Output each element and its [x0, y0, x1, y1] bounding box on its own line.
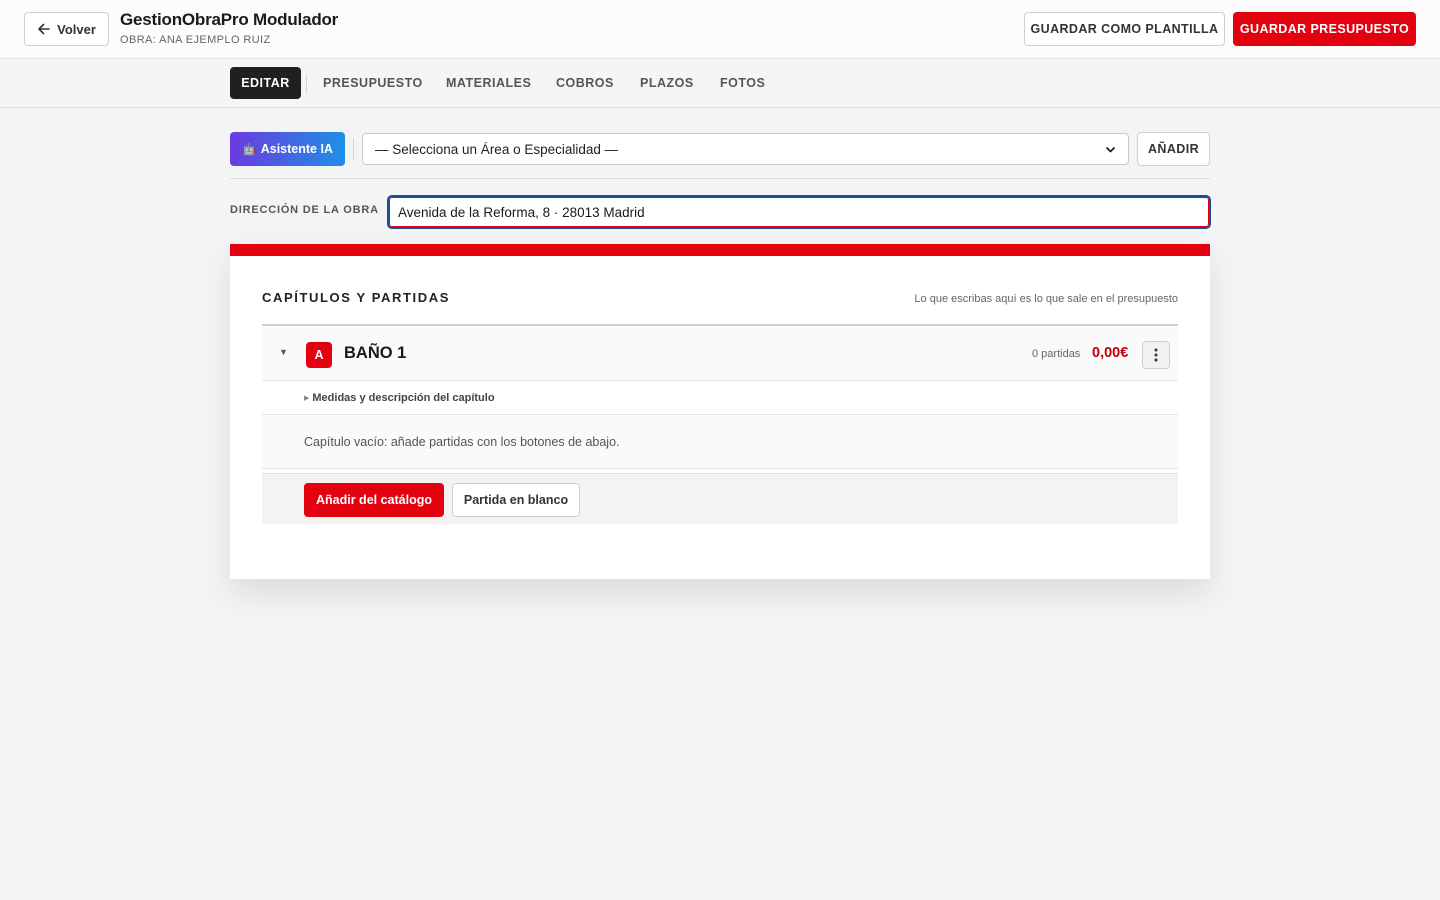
- toolbar-divider: [353, 138, 354, 160]
- tab-bar: EDITAR PRESUPUESTO MATERIALES COBROS PLA…: [0, 59, 1440, 108]
- measures-description-label: Medidas y descripción del capítulo: [312, 392, 495, 404]
- app-title: GestionObraPro Modulador: [120, 10, 339, 29]
- ai-assistant-button[interactable]: 🤖 Asistente IA: [230, 132, 345, 166]
- add-area-button[interactable]: AÑADIR: [1137, 132, 1210, 166]
- empty-chapter-row: Capítulo vacío: añade partidas con los b…: [262, 415, 1178, 469]
- area-select-value: — Selecciona un Área o Especialidad —: [375, 141, 619, 157]
- address-label: DIRECCIÓN DE LA OBRA: [230, 204, 379, 216]
- tab-plazos[interactable]: PLAZOS: [640, 67, 694, 99]
- chapter-total: 0,00€: [1092, 345, 1129, 361]
- chapter-actions-row: Añadir del catálogo Partida en blanco: [262, 473, 1178, 524]
- add-from-catalog-button[interactable]: Añadir del catálogo: [304, 483, 444, 517]
- ai-assistant-label: Asistente IA: [260, 142, 333, 156]
- more-vertical-icon: [1154, 348, 1158, 362]
- chapter-item-count: 0 partidas: [1032, 348, 1081, 360]
- tab-fotos[interactable]: FOTOS: [720, 67, 765, 99]
- back-button[interactable]: Volver: [24, 12, 109, 46]
- measures-description-toggle[interactable]: ▶ Medidas y descripción del capítulo: [304, 392, 495, 404]
- arrow-left-icon: [38, 23, 50, 35]
- divider: [230, 178, 1210, 179]
- section-hint: Lo que escribas aquí es lo que sale en e…: [914, 293, 1178, 305]
- chevron-down-icon: [1106, 146, 1115, 152]
- save-budget-button[interactable]: GUARDAR PRESUPUESTO: [1233, 12, 1416, 46]
- section-title: CAPÍTULOS Y PARTIDAS: [262, 290, 451, 305]
- robot-icon: 🤖: [242, 143, 256, 156]
- project-subtitle: OBRA: ANA EJEMPLO RUIZ: [120, 34, 271, 46]
- address-input[interactable]: Avenida de la Reforma, 8 · 28013 Madrid: [387, 195, 1211, 229]
- chapter-letter-badge: A: [306, 342, 332, 368]
- collapse-toggle-icon[interactable]: ▼: [279, 347, 288, 357]
- tab-editar[interactable]: EDITAR: [230, 67, 301, 99]
- top-bar: Volver GestionObraPro Modulador OBRA: AN…: [0, 0, 1440, 59]
- address-value: Avenida de la Reforma, 8 · 28013 Madrid: [398, 204, 645, 220]
- blank-item-button[interactable]: Partida en blanco: [452, 483, 580, 517]
- back-button-label: Volver: [57, 21, 96, 37]
- chapters-card: CAPÍTULOS Y PARTIDAS Lo que escribas aqu…: [230, 244, 1210, 579]
- caret-right-icon: ▶: [304, 395, 310, 402]
- tab-cobros[interactable]: COBROS: [556, 67, 614, 99]
- chapter-name[interactable]: BAÑO 1: [344, 344, 406, 363]
- chapter-menu-button[interactable]: [1142, 341, 1170, 369]
- empty-chapter-message: Capítulo vacío: añade partidas con los b…: [304, 435, 620, 449]
- save-as-template-button[interactable]: GUARDAR COMO PLANTILLA: [1024, 12, 1225, 46]
- tab-divider: [306, 75, 307, 93]
- tab-materiales[interactable]: MATERIALES: [446, 67, 531, 99]
- area-specialty-select[interactable]: — Selecciona un Área o Especialidad —: [362, 133, 1129, 165]
- tab-presupuesto[interactable]: PRESUPUESTO: [323, 67, 423, 99]
- chapter-row: ▼ A BAÑO 1 0 partidas 0,00€: [262, 326, 1178, 381]
- chapter-details-row: ▶ Medidas y descripción del capítulo: [262, 382, 1178, 415]
